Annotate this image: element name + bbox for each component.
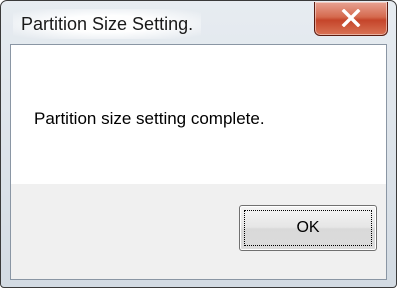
ok-button-label: OK (296, 219, 320, 236)
close-button[interactable] (314, 2, 388, 36)
window-title: Partition Size Setting. (13, 9, 202, 39)
close-icon (341, 9, 361, 27)
ok-button[interactable]: OK (239, 205, 377, 251)
dialog-window: Partition Size Setting. Partition size s… (0, 0, 397, 288)
button-area: OK (11, 184, 386, 279)
title-bar[interactable]: Partition Size Setting. (1, 1, 396, 44)
message-text: Partition size setting complete. (34, 109, 265, 128)
dialog-content: Partition size setting complete. OK (10, 44, 387, 280)
